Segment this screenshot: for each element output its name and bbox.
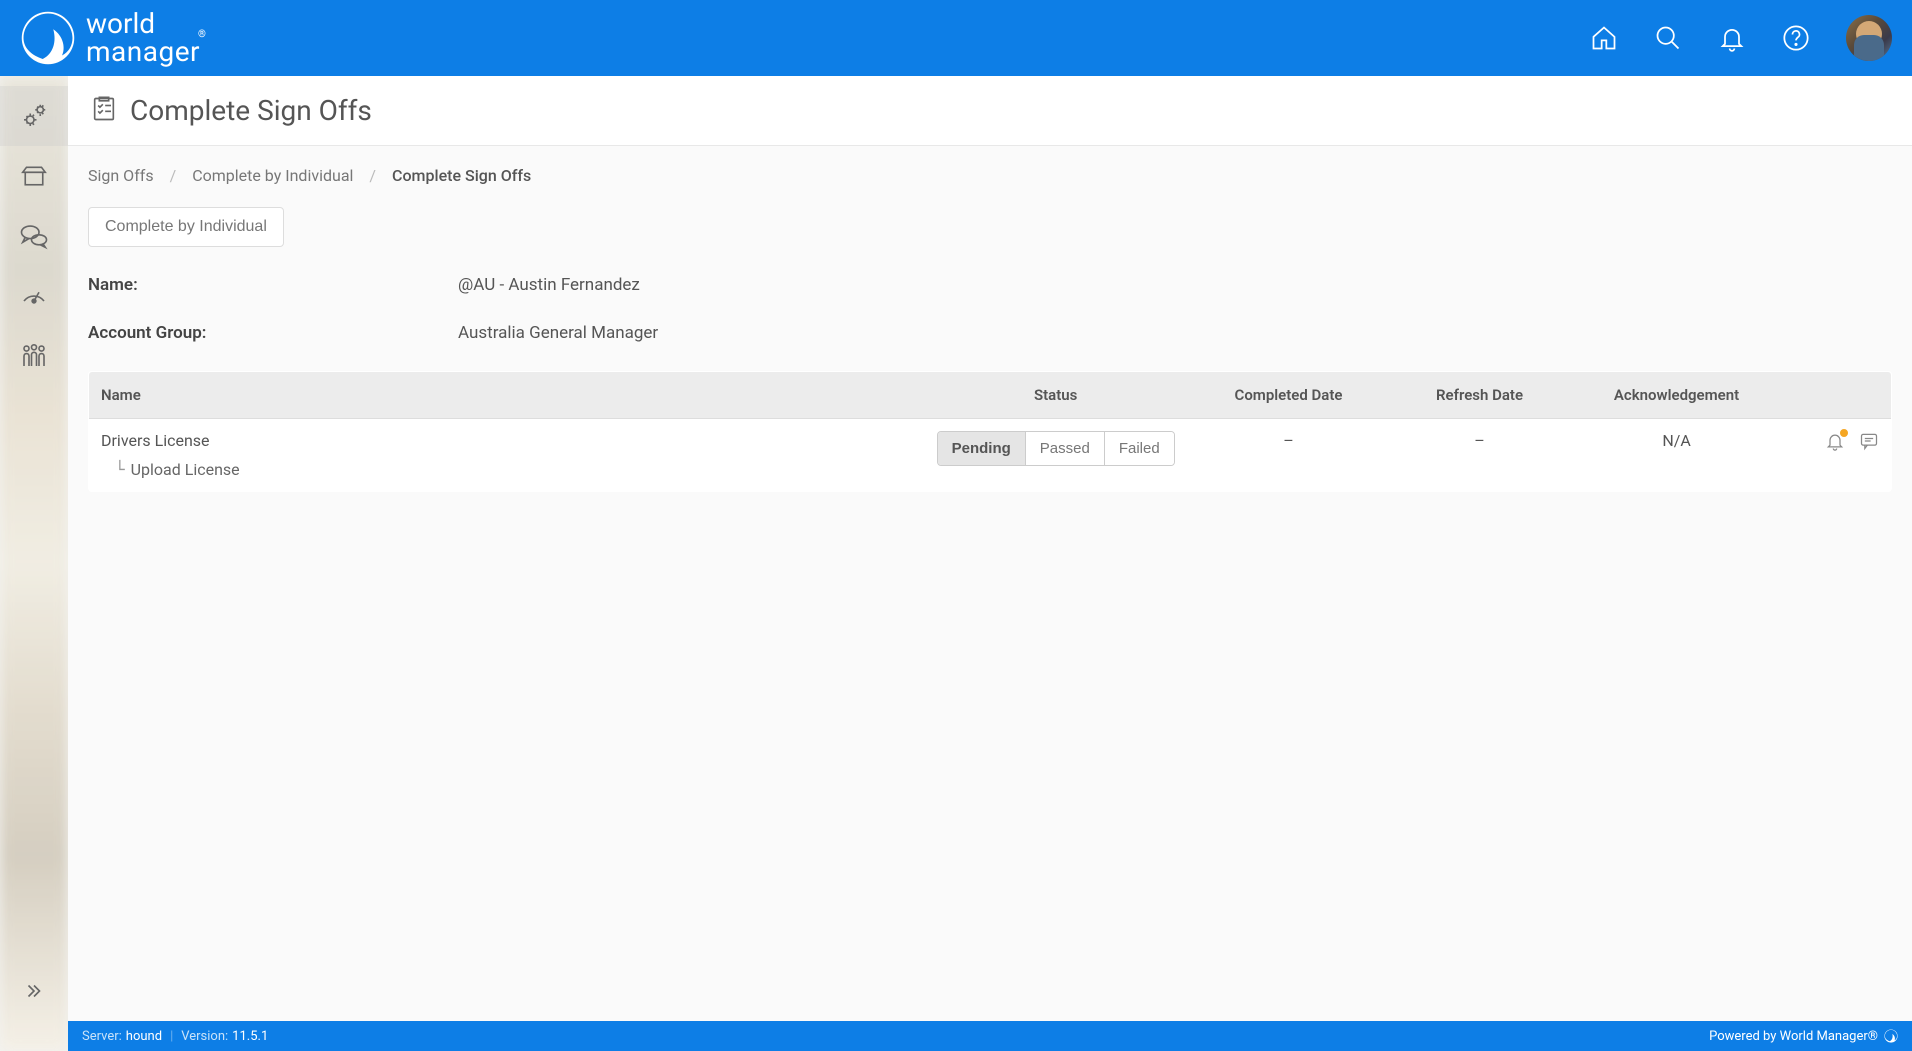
breadcrumb-link-complete-individual[interactable]: Complete by Individual xyxy=(192,166,353,185)
row-comment-icon[interactable] xyxy=(1859,431,1879,455)
bell-icon[interactable] xyxy=(1718,24,1746,52)
brand-text: world manager® xyxy=(86,10,208,66)
header-actions xyxy=(1590,15,1892,61)
info-row-group: Account Group: Australia General Manager xyxy=(88,323,1892,343)
version-value: 11.5.1 xyxy=(232,1029,268,1044)
name-value: @AU - Austin Fernandez xyxy=(458,275,640,295)
wm-logo-icon xyxy=(20,10,76,66)
col-ack: Acknowledgement xyxy=(1569,372,1784,419)
sidebar-item-operations[interactable] xyxy=(0,146,68,206)
col-status: Status xyxy=(924,372,1187,419)
status-passed-button[interactable]: Passed xyxy=(1026,432,1105,465)
cell-actions xyxy=(1784,419,1892,492)
table-header-row: Name Status Completed Date Refresh Date … xyxy=(89,372,1892,419)
brand-line2: manager xyxy=(86,35,200,68)
server-label: Server: xyxy=(82,1029,122,1044)
col-name: Name xyxy=(89,372,925,419)
footer-right: Powered by World Manager® xyxy=(1709,1029,1898,1044)
row-bell-icon[interactable] xyxy=(1825,431,1845,455)
server-value: hound xyxy=(126,1029,162,1044)
content-area: Complete Sign Offs Sign Offs / Complete … xyxy=(68,76,1912,1051)
col-actions xyxy=(1784,372,1892,419)
status-toggle-group: Pending Passed Failed xyxy=(937,431,1175,466)
bell-notification-dot xyxy=(1840,429,1848,437)
breadcrumb: Sign Offs / Complete by Individual / Com… xyxy=(88,166,1892,185)
tree-prefix: └ xyxy=(115,460,125,479)
sidebar-item-hr[interactable] xyxy=(0,326,68,386)
page-body: Sign Offs / Complete by Individual / Com… xyxy=(68,146,1912,1051)
cell-status: Pending Passed Failed xyxy=(924,419,1187,492)
sidebar-expand-button[interactable] xyxy=(0,971,68,1011)
wm-mini-icon xyxy=(1884,1029,1898,1043)
powered-by: Powered by World Manager® xyxy=(1709,1029,1878,1044)
page-title-bar: Complete Sign Offs xyxy=(68,76,1912,146)
sidebar-item-dashboard[interactable] xyxy=(0,266,68,326)
brand-line1: world xyxy=(86,10,208,38)
top-header: world manager® xyxy=(0,0,1912,76)
table-row: Drivers License └ Upload License Pending … xyxy=(89,419,1892,492)
group-value: Australia General Manager xyxy=(458,323,658,343)
signoffs-table: Name Status Completed Date Refresh Date … xyxy=(88,371,1892,492)
group-label: Account Group: xyxy=(88,323,458,343)
brand-logo[interactable]: world manager® xyxy=(20,10,208,66)
avatar[interactable] xyxy=(1846,15,1892,61)
child-name[interactable]: Upload License xyxy=(131,460,240,479)
sub-nav: Complete by Individual xyxy=(88,207,1892,247)
sub-item: └ Upload License xyxy=(115,460,912,479)
info-row-name: Name: @AU - Austin Fernandez xyxy=(88,275,1892,295)
col-completed: Completed Date xyxy=(1187,372,1390,419)
version-label: Version: xyxy=(181,1029,228,1044)
sidebar-item-system[interactable] xyxy=(0,86,68,146)
complete-by-individual-button[interactable]: Complete by Individual xyxy=(88,207,284,247)
name-label: Name: xyxy=(88,275,458,295)
status-pending-button[interactable]: Pending xyxy=(938,432,1026,465)
cell-completed: – xyxy=(1187,419,1390,492)
sidebar-item-communication[interactable] xyxy=(0,206,68,266)
breadcrumb-link-signoffs[interactable]: Sign Offs xyxy=(88,166,154,185)
cell-name: Drivers License └ Upload License xyxy=(89,419,925,492)
breadcrumb-current: Complete Sign Offs xyxy=(392,166,531,185)
help-icon[interactable] xyxy=(1782,24,1810,52)
cell-ack: N/A xyxy=(1569,419,1784,492)
item-name[interactable]: Drivers License xyxy=(101,431,912,450)
col-refresh: Refresh Date xyxy=(1390,372,1569,419)
sidebar xyxy=(0,76,68,1051)
page-title: Complete Sign Offs xyxy=(130,94,372,127)
status-failed-button[interactable]: Failed xyxy=(1105,432,1174,465)
search-icon[interactable] xyxy=(1654,24,1682,52)
cell-refresh: – xyxy=(1390,419,1569,492)
footer: Server: hound | Version: 11.5.1 Powered … xyxy=(68,1021,1912,1051)
checklist-icon xyxy=(90,95,118,127)
home-icon[interactable] xyxy=(1590,24,1618,52)
